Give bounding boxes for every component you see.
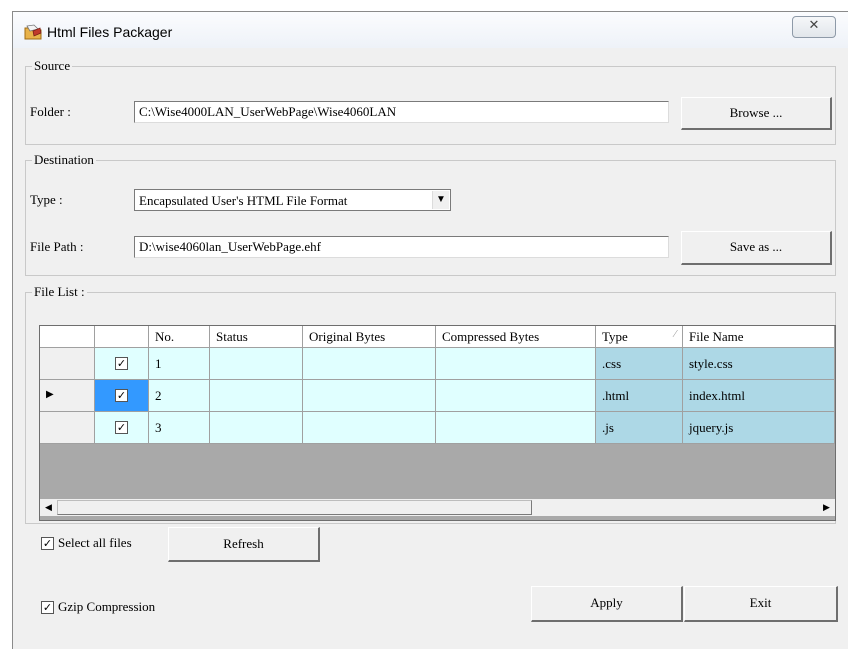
cell-type: .js (596, 412, 683, 444)
type-label: Type : (30, 192, 63, 207)
close-button[interactable]: ✕ (792, 16, 836, 38)
folder-label: Folder : (30, 104, 71, 119)
saveas-button-label: Save as ... (729, 239, 783, 254)
row-check-cell[interactable]: ✓ (95, 412, 149, 444)
apply-button-label: Apply (590, 595, 623, 610)
row-header[interactable] (40, 348, 95, 380)
scroll-left-icon[interactable]: ◀ (40, 499, 57, 516)
cell-compressed-bytes (436, 380, 596, 412)
current-row-arrow-icon: ▶ (46, 389, 54, 400)
cell-file-name: jquery.js (683, 412, 835, 444)
exit-button-label: Exit (749, 595, 772, 610)
row-checkbox[interactable]: ✓ (115, 421, 128, 434)
cell-no: 2 (149, 380, 210, 412)
grid-header-check[interactable] (95, 326, 149, 348)
select-all-label: Select all files (58, 535, 132, 550)
cell-compressed-bytes (436, 412, 596, 444)
exit-button[interactable]: Exit (684, 586, 838, 622)
gzip-checkbox[interactable]: ✓ (41, 601, 54, 614)
row-checkbox[interactable]: ✓ (115, 357, 128, 370)
row-checkbox[interactable]: ✓ (115, 389, 128, 402)
saveas-button[interactable]: Save as ... (681, 231, 832, 265)
refresh-button-label: Refresh (223, 536, 264, 551)
title-bar[interactable]: Html Files Packager ✕ (13, 12, 848, 48)
destination-legend: Destination (32, 152, 96, 168)
sort-indicator-icon: ⁄ (674, 329, 676, 340)
select-all-checkbox[interactable]: ✓ (41, 537, 54, 550)
gzip-label: Gzip Compression (58, 599, 156, 614)
cell-file-name: index.html (683, 380, 835, 412)
column-header-compressed-bytes[interactable]: Compressed Bytes (436, 326, 596, 348)
apply-button[interactable]: Apply (531, 586, 683, 622)
type-select[interactable]: Encapsulated User's HTML File Format ▼ (134, 189, 451, 211)
filepath-label: File Path : (30, 239, 84, 254)
column-header-type[interactable]: Type ⁄ (596, 326, 683, 348)
scroll-right-icon[interactable]: ▶ (818, 499, 835, 516)
horizontal-scrollbar[interactable]: ◀ ▶ (40, 499, 835, 516)
filepath-input[interactable]: D:\wise4060lan_UserWebPage.ehf (134, 236, 669, 258)
cell-no: 3 (149, 412, 210, 444)
folder-package-icon (24, 24, 42, 40)
file-grid[interactable]: No. Status Original Bytes Compressed Byt… (39, 325, 836, 521)
filelist-legend: File List : (32, 284, 87, 300)
row-check-cell-selected[interactable]: ✓ (95, 380, 149, 412)
column-header-type-label: Type (602, 329, 628, 344)
cell-status (210, 348, 303, 380)
cell-original-bytes (303, 412, 436, 444)
scrollbar-thumb[interactable] (57, 500, 532, 515)
browse-button[interactable]: Browse ... (681, 97, 832, 130)
cell-type: .css (596, 348, 683, 380)
source-legend: Source (32, 58, 73, 74)
row-check-cell[interactable]: ✓ (95, 348, 149, 380)
window-title: Html Files Packager (47, 24, 173, 40)
type-select-value: Encapsulated User's HTML File Format (139, 193, 348, 208)
chevron-down-icon[interactable]: ▼ (432, 191, 449, 209)
grid-header-corner (40, 326, 95, 348)
close-icon: ✕ (808, 18, 820, 33)
column-header-original-bytes[interactable]: Original Bytes (303, 326, 436, 348)
cell-original-bytes (303, 380, 436, 412)
packager-window: Html Files Packager ✕ Source Folder : C:… (12, 11, 848, 649)
column-header-status[interactable]: Status (210, 326, 303, 348)
row-header[interactable] (40, 412, 95, 444)
cell-original-bytes (303, 348, 436, 380)
refresh-button[interactable]: Refresh (168, 527, 320, 562)
cell-status (210, 380, 303, 412)
row-header-current[interactable]: ▶ (40, 380, 95, 412)
cell-no: 1 (149, 348, 210, 380)
cell-type: .html (596, 380, 683, 412)
column-header-file-name[interactable]: File Name (683, 326, 835, 348)
cell-compressed-bytes (436, 348, 596, 380)
cell-file-name: style.css (683, 348, 835, 380)
folder-input[interactable]: C:\Wise4000LAN_UserWebPage\Wise4060LAN (134, 101, 669, 123)
browse-button-label: Browse ... (729, 105, 783, 120)
column-header-no[interactable]: No. (149, 326, 210, 348)
cell-status (210, 412, 303, 444)
